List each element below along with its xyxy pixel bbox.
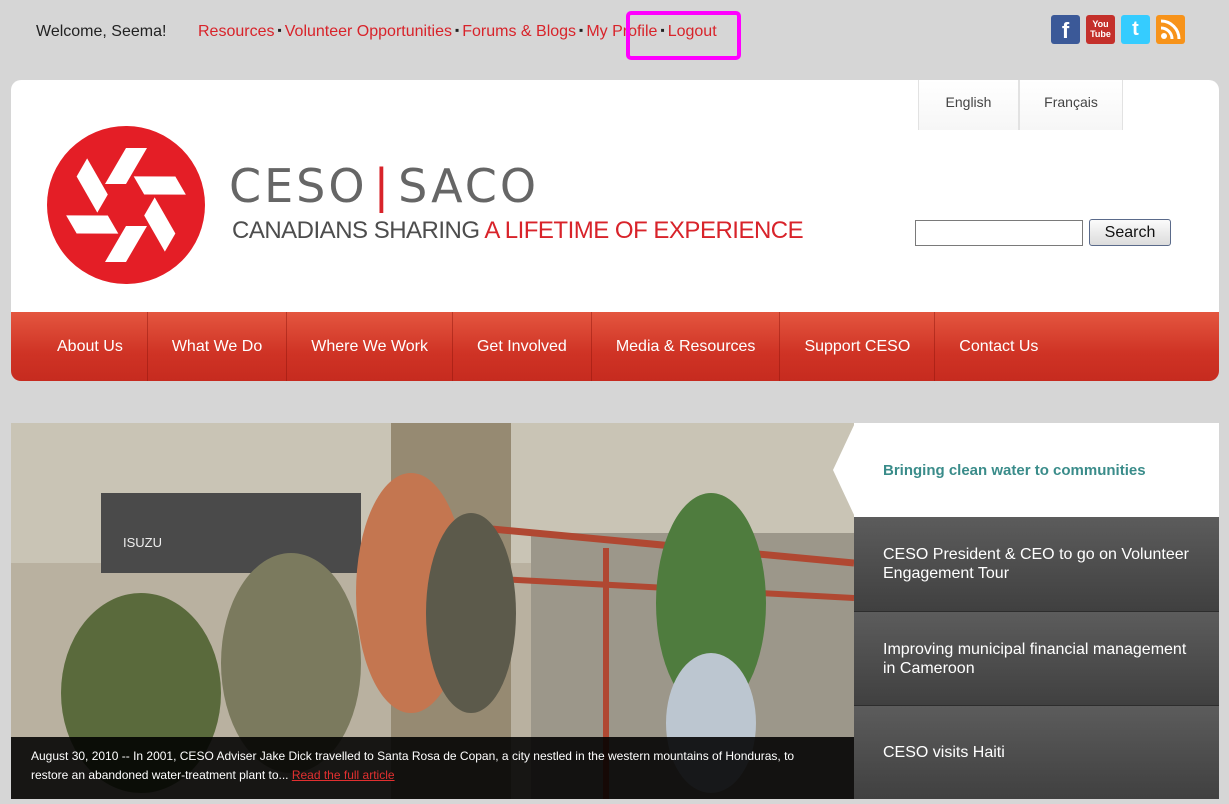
separator: ▪ — [579, 23, 584, 37]
highlight-box — [626, 11, 741, 60]
truck-label: ISUZU — [123, 535, 162, 550]
facebook-icon[interactable]: f — [1051, 15, 1080, 44]
tagline-gray: CANADIANS SHARING — [232, 217, 485, 244]
rss-icon[interactable] — [1156, 15, 1185, 44]
main-nav: About Us What We Do Where We Work Get In… — [11, 312, 1219, 381]
caption-text: August 30, 2010 -- In 2001, CESO Adviser… — [31, 749, 795, 782]
rss-glyph — [1160, 19, 1181, 40]
tagline-red: A LIFETIME OF EXPERIENCE — [484, 217, 804, 244]
logo-wordmark-left: CESO — [229, 159, 368, 213]
welcome-text: Welcome, Seema! — [36, 23, 167, 40]
nav-get-involved[interactable]: Get Involved — [453, 312, 592, 381]
feature-slider: ISUZU August 30, 2010 -- In 2001, CESO A… — [11, 423, 1219, 799]
nav-media-resources[interactable]: Media & Resources — [592, 312, 781, 381]
top-bar: Welcome, Seema! Resources ▪ Volunteer Oppo… — [0, 0, 1229, 66]
search-button[interactable]: Search — [1089, 219, 1171, 246]
search-input[interactable] — [915, 220, 1083, 246]
nav-contact-us[interactable]: Contact Us — [935, 312, 1062, 381]
tagline: CANADIANS SHARING A LIFETIME OF EXPERIEN… — [232, 217, 804, 245]
feature-caption: August 30, 2010 -- In 2001, CESO Adviser… — [11, 737, 854, 799]
nav-about-us[interactable]: About Us — [33, 312, 148, 381]
story-item[interactable]: Improving municipal financial management… — [854, 611, 1219, 705]
twitter-icon[interactable]: t — [1121, 15, 1150, 44]
youtube-icon[interactable]: You Tube — [1086, 15, 1115, 44]
site-header: English Français CESO | SACO CANADIANS SHA… — [11, 80, 1219, 312]
link-volunteer-opportunities[interactable]: Volunteer Opportunities — [285, 23, 452, 40]
read-full-article-link[interactable]: Read the full article — [292, 768, 395, 782]
active-story-pointer — [833, 423, 855, 517]
logo-divider: | — [373, 159, 393, 213]
story-item-active[interactable]: Bringing clean water to communities — [854, 423, 1219, 517]
ceso-logo-icon[interactable] — [47, 126, 205, 284]
separator: ▪ — [277, 23, 282, 37]
logo-wordmark-right: SACO — [398, 159, 540, 213]
link-forums-blogs[interactable]: Forums & Blogs — [462, 23, 576, 40]
logo-wordmark[interactable]: CESO | SACO — [229, 159, 539, 213]
link-resources[interactable]: Resources — [198, 23, 274, 40]
story-item[interactable]: CESO visits Haiti — [854, 705, 1219, 799]
story-item[interactable]: CESO President & CEO to go on Volunteer … — [854, 517, 1219, 611]
nav-what-we-do[interactable]: What We Do — [148, 312, 288, 381]
nav-where-we-work[interactable]: Where We Work — [287, 312, 453, 381]
language-english[interactable]: English — [918, 80, 1019, 130]
separator: ▪ — [454, 23, 460, 37]
language-french[interactable]: Français — [1019, 80, 1123, 130]
nav-support-ceso[interactable]: Support CESO — [780, 312, 936, 381]
youtube-icon-label: You Tube — [1090, 19, 1111, 39]
